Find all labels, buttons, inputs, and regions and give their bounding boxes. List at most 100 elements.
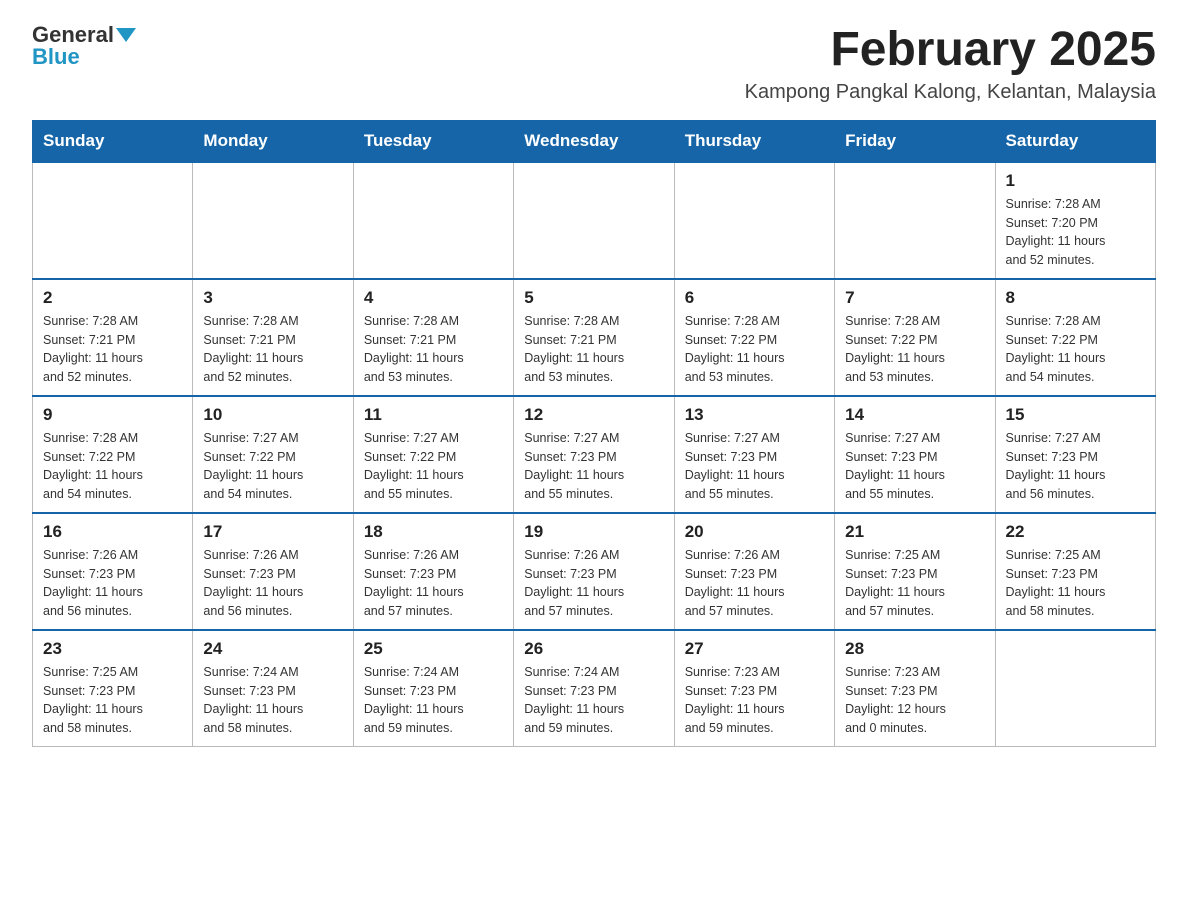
day-number: 16: [43, 522, 182, 542]
day-number: 23: [43, 639, 182, 659]
day-cell: 2 Sunrise: 7:28 AMSunset: 7:21 PMDaylight…: [33, 279, 193, 396]
day-cell: 9Sunrise: 7:28 AMSunset: 7:22 PMDaylight…: [33, 396, 193, 513]
day-number: 26: [524, 639, 663, 659]
day-number: 28: [845, 639, 984, 659]
logo-triangle-icon: [116, 28, 136, 42]
day-cell: [353, 162, 513, 279]
day-number: 11: [364, 405, 503, 425]
day-cell: 6 Sunrise: 7:28 AMSunset: 7:22 PMDaylight…: [674, 279, 834, 396]
day-info: Sunrise: 7:27 AMSunset: 7:22 PMDaylight:…: [203, 429, 342, 504]
day-info: Sunrise: 7:25 AMSunset: 7:23 PMDaylight:…: [43, 663, 182, 738]
day-cell: [193, 162, 353, 279]
day-info: Sunrise: 7:26 AMSunset: 7:23 PMDaylight:…: [524, 546, 663, 621]
day-info: Sunrise: 7:28 AMSunset: 7:21 PMDaylight:…: [203, 312, 342, 387]
day-number: 19: [524, 522, 663, 542]
day-cell: [514, 162, 674, 279]
day-cell: 18 Sunrise: 7:26 AMSunset: 7:23 PMDayligh…: [353, 513, 513, 630]
day-cell: [33, 162, 193, 279]
day-cell: [835, 162, 995, 279]
day-cell: 1 Sunrise: 7:28 AMSunset: 7:20 PMDaylight…: [995, 162, 1155, 279]
day-number: 12: [524, 405, 663, 425]
day-info: Sunrise: 7:24 AMSunset: 7:23 PMDaylight:…: [524, 663, 663, 738]
column-header-friday: Friday: [835, 120, 995, 162]
day-cell: 12 Sunrise: 7:27 AMSunset: 7:23 PMDayligh…: [514, 396, 674, 513]
day-cell: 17 Sunrise: 7:26 AMSunset: 7:23 PMDayligh…: [193, 513, 353, 630]
day-cell: 16 Sunrise: 7:26 AMSunset: 7:23 PMDayligh…: [33, 513, 193, 630]
day-number: 8: [1006, 288, 1145, 308]
day-info: Sunrise: 7:24 AMSunset: 7:23 PMDaylight:…: [203, 663, 342, 738]
day-number: 14: [845, 405, 984, 425]
day-number: 10: [203, 405, 342, 425]
day-info: Sunrise: 7:28 AMSunset: 7:22 PMDaylight:…: [845, 312, 984, 387]
day-number: 18: [364, 522, 503, 542]
day-info: Sunrise: 7:28 AMSunset: 7:20 PMDaylight:…: [1006, 195, 1145, 270]
day-info: Sunrise: 7:27 AMSunset: 7:23 PMDaylight:…: [524, 429, 663, 504]
calendar-table: SundayMondayTuesdayWednesdayThursdayFrid…: [32, 120, 1156, 747]
day-number: 17: [203, 522, 342, 542]
day-cell: 26 Sunrise: 7:24 AMSunset: 7:23 PMDayligh…: [514, 630, 674, 747]
day-number: 21: [845, 522, 984, 542]
column-header-tuesday: Tuesday: [353, 120, 513, 162]
day-info: Sunrise: 7:23 AMSunset: 7:23 PMDaylight:…: [685, 663, 824, 738]
logo-general-text: General: [32, 24, 114, 46]
column-header-saturday: Saturday: [995, 120, 1155, 162]
week-row-5: 23 Sunrise: 7:25 AMSunset: 7:23 PMDayligh…: [33, 630, 1156, 747]
day-number: 7: [845, 288, 984, 308]
day-info: Sunrise: 7:28 AMSunset: 7:21 PMDaylight:…: [43, 312, 182, 387]
day-info: Sunrise: 7:28 AMSunset: 7:21 PMDaylight:…: [364, 312, 503, 387]
day-info: Sunrise: 7:26 AMSunset: 7:23 PMDaylight:…: [203, 546, 342, 621]
column-header-thursday: Thursday: [674, 120, 834, 162]
day-cell: 15 Sunrise: 7:27 AMSunset: 7:23 PMDayligh…: [995, 396, 1155, 513]
day-info: Sunrise: 7:28 AMSunset: 7:22 PMDaylight:…: [1006, 312, 1145, 387]
day-number: 9: [43, 405, 182, 425]
day-info: Sunrise: 7:28 AMSunset: 7:22 PMDaylight:…: [685, 312, 824, 387]
week-row-3: 9Sunrise: 7:28 AMSunset: 7:22 PMDaylight…: [33, 396, 1156, 513]
day-info: Sunrise: 7:26 AMSunset: 7:23 PMDaylight:…: [685, 546, 824, 621]
day-cell: 3Sunrise: 7:28 AMSunset: 7:21 PMDaylight…: [193, 279, 353, 396]
day-cell: 23 Sunrise: 7:25 AMSunset: 7:23 PMDayligh…: [33, 630, 193, 747]
day-cell: 5 Sunrise: 7:28 AMSunset: 7:21 PMDaylight…: [514, 279, 674, 396]
day-cell: 11 Sunrise: 7:27 AMSunset: 7:22 PMDayligh…: [353, 396, 513, 513]
week-row-1: 1 Sunrise: 7:28 AMSunset: 7:20 PMDaylight…: [33, 162, 1156, 279]
column-header-monday: Monday: [193, 120, 353, 162]
day-number: 6: [685, 288, 824, 308]
day-number: 13: [685, 405, 824, 425]
day-info: Sunrise: 7:27 AMSunset: 7:23 PMDaylight:…: [1006, 429, 1145, 504]
day-number: 1: [1006, 171, 1145, 191]
day-info: Sunrise: 7:25 AMSunset: 7:23 PMDaylight:…: [1006, 546, 1145, 621]
day-number: 15: [1006, 405, 1145, 425]
day-cell: 19 Sunrise: 7:26 AMSunset: 7:23 PMDayligh…: [514, 513, 674, 630]
day-cell: 24 Sunrise: 7:24 AMSunset: 7:23 PMDayligh…: [193, 630, 353, 747]
logo-blue-text: Blue: [32, 46, 80, 68]
day-cell: 14Sunrise: 7:27 AMSunset: 7:23 PMDayligh…: [835, 396, 995, 513]
day-number: 4: [364, 288, 503, 308]
day-info: Sunrise: 7:27 AMSunset: 7:23 PMDaylight:…: [685, 429, 824, 504]
calendar-title: February 2025: [745, 24, 1156, 77]
day-cell: 4 Sunrise: 7:28 AMSunset: 7:21 PMDaylight…: [353, 279, 513, 396]
column-header-wednesday: Wednesday: [514, 120, 674, 162]
day-cell: 28Sunrise: 7:23 AMSunset: 7:23 PMDayligh…: [835, 630, 995, 747]
day-cell: 13 Sunrise: 7:27 AMSunset: 7:23 PMDayligh…: [674, 396, 834, 513]
day-number: 25: [364, 639, 503, 659]
day-number: 24: [203, 639, 342, 659]
day-info: Sunrise: 7:26 AMSunset: 7:23 PMDaylight:…: [43, 546, 182, 621]
day-info: Sunrise: 7:25 AMSunset: 7:23 PMDaylight:…: [845, 546, 984, 621]
day-info: Sunrise: 7:27 AMSunset: 7:22 PMDaylight:…: [364, 429, 503, 504]
logo: General Blue: [32, 24, 136, 68]
day-info: Sunrise: 7:26 AMSunset: 7:23 PMDaylight:…: [364, 546, 503, 621]
day-number: 5: [524, 288, 663, 308]
day-cell: 25Sunrise: 7:24 AMSunset: 7:23 PMDayligh…: [353, 630, 513, 747]
day-cell: 8 Sunrise: 7:28 AMSunset: 7:22 PMDaylight…: [995, 279, 1155, 396]
week-row-2: 2 Sunrise: 7:28 AMSunset: 7:21 PMDaylight…: [33, 279, 1156, 396]
day-cell: 7 Sunrise: 7:28 AMSunset: 7:22 PMDaylight…: [835, 279, 995, 396]
day-info: Sunrise: 7:28 AMSunset: 7:21 PMDaylight:…: [524, 312, 663, 387]
day-cell: 27Sunrise: 7:23 AMSunset: 7:23 PMDayligh…: [674, 630, 834, 747]
calendar-header-row: SundayMondayTuesdayWednesdayThursdayFrid…: [33, 120, 1156, 162]
page-header: General Blue February 2025 Kampong Pangk…: [32, 24, 1156, 104]
week-row-4: 16 Sunrise: 7:26 AMSunset: 7:23 PMDayligh…: [33, 513, 1156, 630]
day-number: 2: [43, 288, 182, 308]
day-cell: 21 Sunrise: 7:25 AMSunset: 7:23 PMDayligh…: [835, 513, 995, 630]
column-header-sunday: Sunday: [33, 120, 193, 162]
day-cell: 22Sunrise: 7:25 AMSunset: 7:23 PMDayligh…: [995, 513, 1155, 630]
title-block: February 2025 Kampong Pangkal Kalong, Ke…: [745, 24, 1156, 104]
